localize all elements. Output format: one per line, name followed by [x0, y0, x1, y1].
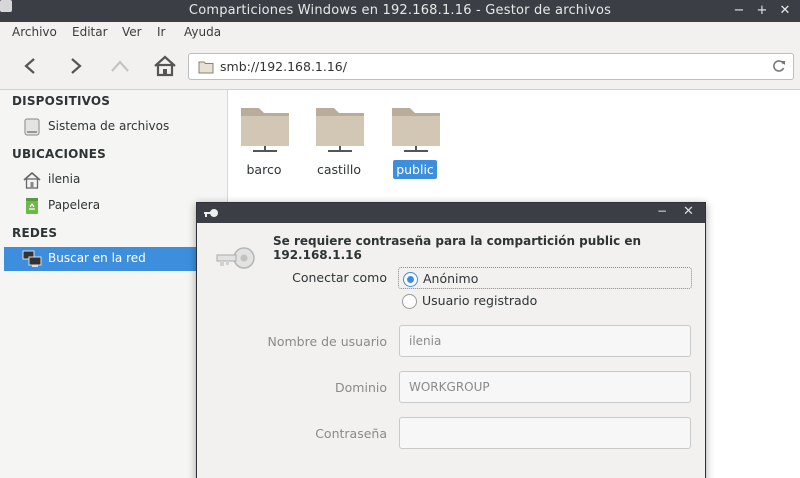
back-arrow-icon — [24, 58, 35, 74]
sidebar: DISPOSITIVOS Sistema de archivos UBICACI… — [0, 90, 228, 478]
password-field[interactable] — [399, 417, 691, 449]
folder-label: castillo — [316, 162, 361, 177]
sidebar-item-label: Buscar en la red — [48, 251, 146, 265]
network-folder-icon — [392, 108, 440, 152]
address-bar[interactable]: smb://192.168.1.16/ — [188, 53, 794, 80]
up-button[interactable] — [106, 52, 134, 80]
network-icon — [22, 250, 42, 267]
reload-icon[interactable] — [771, 58, 787, 74]
forward-arrow-icon — [71, 58, 82, 74]
home-icon — [154, 55, 176, 77]
window-title: Comparticiones Windows en 192.168.1.16 -… — [188, 3, 612, 18]
domain-value: WORKGROUP — [409, 380, 490, 394]
sidebar-heading-network: REDES — [12, 226, 58, 240]
folder-item-castillo[interactable]: castillo — [304, 98, 374, 188]
back-button[interactable] — [16, 52, 44, 80]
dialog-titlebar: − ✕ — [197, 203, 705, 223]
sidebar-item-label: ilenia — [48, 172, 81, 186]
menu-ver[interactable]: Ver — [122, 25, 142, 39]
password-dialog: − ✕ Se requiere contraseña para la compa… — [196, 202, 706, 478]
sidebar-item-browse-network[interactable]: Buscar en la red — [4, 247, 226, 271]
radio-anonymous[interactable]: Anónimo — [398, 267, 692, 289]
domain-field[interactable]: WORKGROUP — [399, 371, 691, 403]
radio-button[interactable] — [403, 272, 418, 287]
network-folder-icon — [241, 108, 289, 152]
sidebar-heading-devices: DISPOSITIVOS — [12, 94, 111, 108]
username-field[interactable]: ilenia — [399, 325, 691, 357]
window-titlebar: Comparticiones Windows en 192.168.1.16 -… — [0, 0, 800, 22]
folder-label-selected: public — [380, 160, 450, 179]
sidebar-item-home[interactable]: ilenia — [4, 168, 226, 192]
username-value: ilenia — [409, 334, 442, 348]
radio-label: Anónimo — [423, 271, 479, 286]
sidebar-item-label: Papelera — [48, 198, 101, 212]
sidebar-heading-places: UBICACIONES — [12, 147, 107, 161]
menu-ir[interactable]: Ir — [157, 25, 165, 39]
username-label: Nombre de usuario — [267, 334, 387, 349]
radio-registered-user[interactable]: Usuario registrado — [398, 290, 692, 312]
menu-ayuda[interactable]: Ayuda — [184, 25, 221, 39]
folder-icon — [198, 61, 214, 74]
dialog-close-button[interactable]: ✕ — [683, 204, 694, 219]
dialog-key-icon — [216, 247, 255, 269]
radio-button[interactable] — [402, 294, 417, 309]
up-arrow-icon — [111, 60, 129, 72]
key-icon — [204, 209, 218, 217]
sidebar-item-filesystem[interactable]: Sistema de archivos — [4, 115, 226, 139]
home-icon — [23, 171, 41, 189]
folder-item-public[interactable]: public — [380, 98, 450, 188]
menubar: Archivo Editar Ver Ir Ayuda — [0, 22, 800, 43]
toolbar: smb://192.168.1.16/ — [0, 43, 800, 90]
network-folder-icon — [316, 108, 364, 152]
forward-button[interactable] — [62, 52, 90, 80]
folder-label: barco — [246, 162, 282, 177]
sidebar-item-label: Sistema de archivos — [48, 119, 170, 133]
connect-as-label: Conectar como — [292, 270, 387, 285]
home-button[interactable] — [151, 52, 179, 80]
folder-item-barco[interactable]: barco — [229, 98, 299, 188]
close-button[interactable]: ✕ — [776, 2, 794, 20]
dialog-message: Se requiere contraseña para la compartic… — [273, 234, 642, 262]
domain-label: Dominio — [335, 380, 387, 395]
trash-icon — [26, 198, 38, 214]
menu-archivo[interactable]: Archivo — [12, 25, 57, 39]
dialog-minimize-button[interactable]: − — [657, 204, 667, 218]
minimize-button[interactable]: − — [730, 2, 748, 20]
address-text[interactable]: smb://192.168.1.16/ — [220, 59, 347, 74]
password-label: Contraseña — [315, 426, 387, 441]
menu-editar[interactable]: Editar — [72, 25, 108, 39]
maximize-button[interactable]: + — [753, 2, 771, 20]
sidebar-item-trash[interactable]: Papelera — [4, 194, 226, 218]
drive-icon — [24, 118, 40, 136]
radio-label: Usuario registrado — [422, 293, 538, 308]
